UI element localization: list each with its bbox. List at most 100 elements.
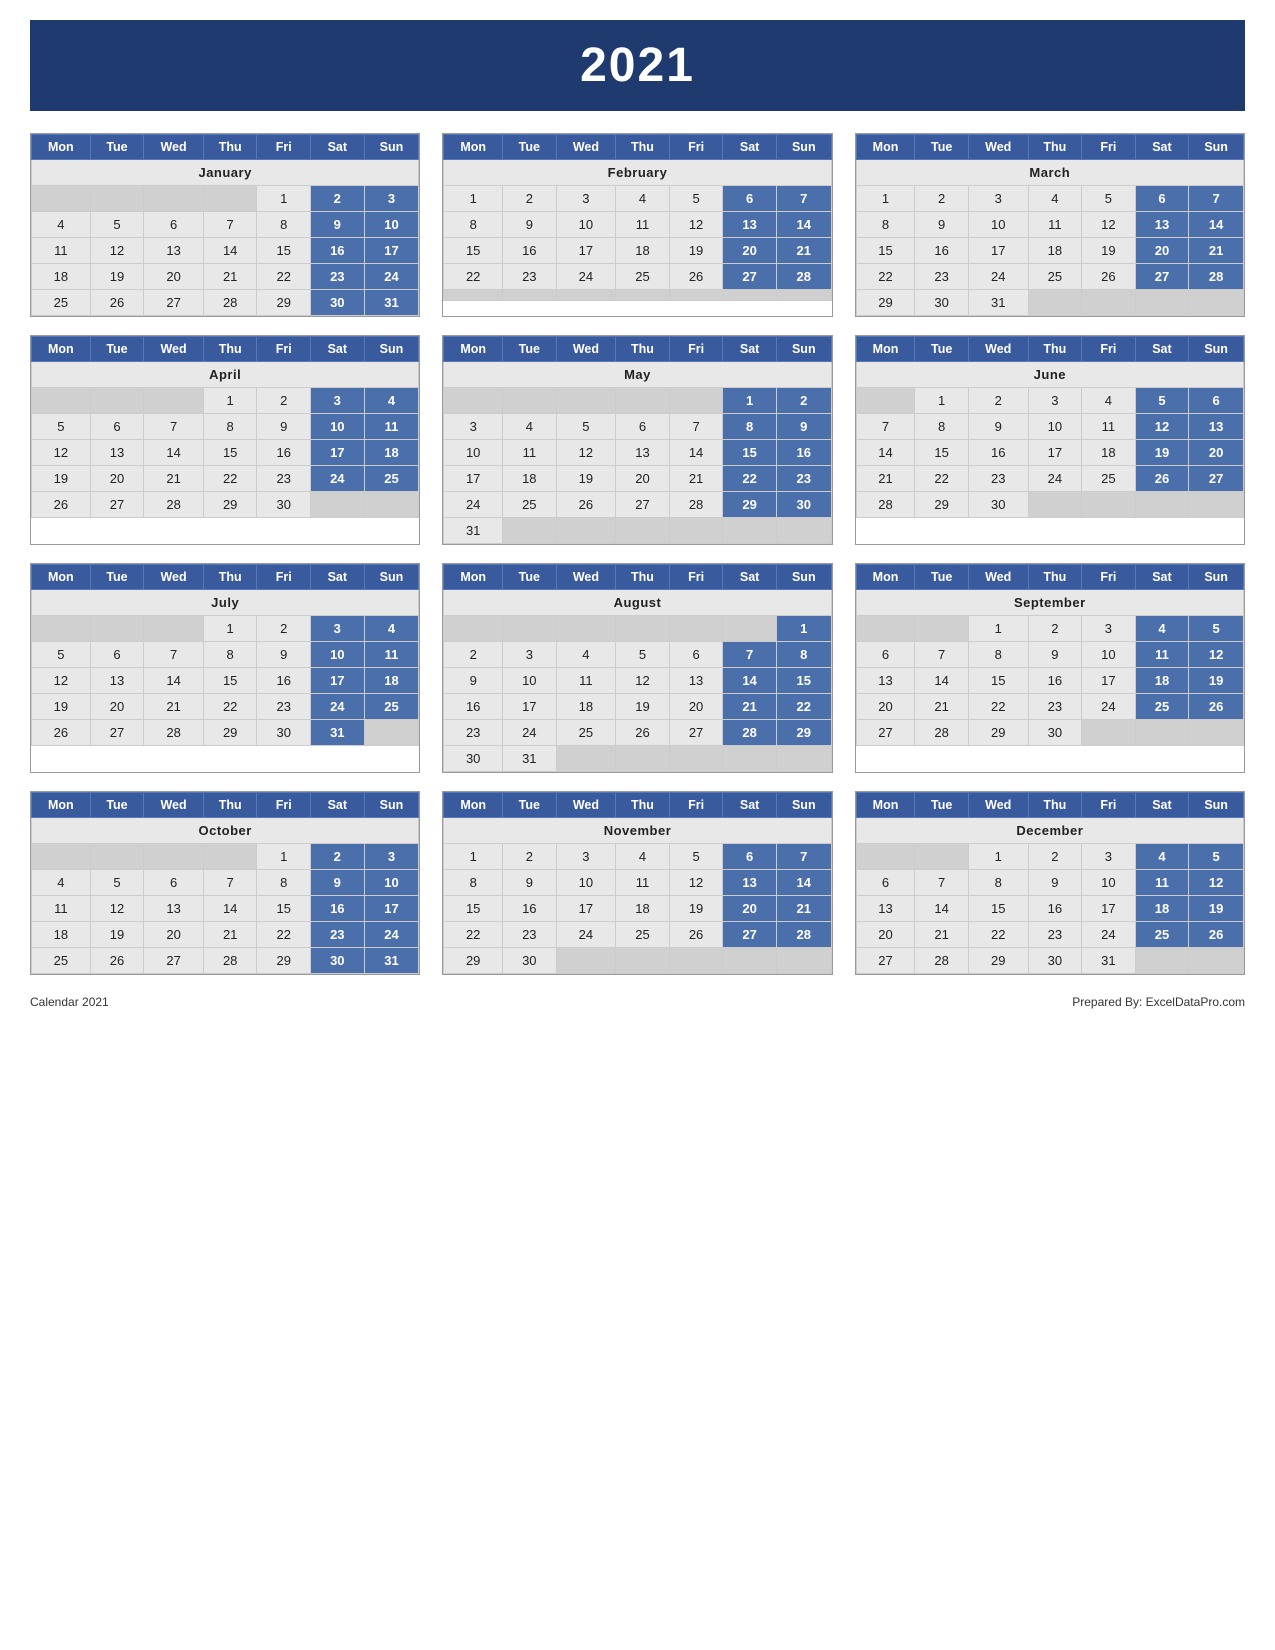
day-cell: 13 xyxy=(144,238,204,264)
day-cell: 19 xyxy=(556,466,616,492)
day-header-sun: Sun xyxy=(776,565,831,590)
day-cell: 5 xyxy=(1135,388,1189,414)
day-cell: 6 xyxy=(144,870,204,896)
day-cell: 26 xyxy=(32,720,91,746)
day-cell: 25 xyxy=(1082,466,1136,492)
day-cell: 14 xyxy=(723,668,777,694)
day-cell xyxy=(503,388,557,414)
day-header-tue: Tue xyxy=(90,337,144,362)
day-cell: 20 xyxy=(856,922,915,948)
day-cell: 23 xyxy=(503,922,557,948)
day-header-tue: Tue xyxy=(503,565,557,590)
day-cell: 9 xyxy=(503,870,557,896)
day-cell: 7 xyxy=(776,844,831,870)
day-cell: 2 xyxy=(968,388,1028,414)
day-header-mon: Mon xyxy=(444,337,503,362)
day-cell: 11 xyxy=(503,440,557,466)
day-cell: 15 xyxy=(203,668,257,694)
day-cell xyxy=(90,388,144,414)
day-cell xyxy=(1082,720,1136,746)
day-cell: 25 xyxy=(556,720,616,746)
day-cell xyxy=(1082,492,1136,518)
day-cell: 25 xyxy=(616,922,670,948)
day-cell: 3 xyxy=(1028,388,1082,414)
day-cell: 10 xyxy=(968,212,1028,238)
day-header-mon: Mon xyxy=(444,135,503,160)
day-cell: 20 xyxy=(1135,238,1189,264)
day-cell xyxy=(90,186,144,212)
day-header-fri: Fri xyxy=(257,337,311,362)
day-cell: 20 xyxy=(723,238,777,264)
day-cell: 14 xyxy=(915,896,969,922)
day-cell: 10 xyxy=(556,870,616,896)
day-cell xyxy=(669,948,723,974)
day-cell: 2 xyxy=(776,388,831,414)
day-cell xyxy=(556,948,616,974)
day-cell: 6 xyxy=(723,186,777,212)
day-cell: 16 xyxy=(444,694,503,720)
day-cell: 1 xyxy=(856,186,915,212)
day-header-thu: Thu xyxy=(1028,135,1082,160)
day-cell xyxy=(144,616,204,642)
day-cell: 28 xyxy=(203,290,257,316)
day-cell: 16 xyxy=(503,896,557,922)
day-cell: 1 xyxy=(203,616,257,642)
day-cell: 30 xyxy=(1028,720,1082,746)
day-cell: 31 xyxy=(311,720,365,746)
day-cell: 7 xyxy=(1189,186,1244,212)
day-cell: 17 xyxy=(311,440,365,466)
day-cell: 24 xyxy=(444,492,503,518)
day-cell: 5 xyxy=(90,212,144,238)
day-cell: 1 xyxy=(776,616,831,642)
day-header-sat: Sat xyxy=(1135,337,1189,362)
day-cell: 27 xyxy=(723,922,777,948)
day-cell: 26 xyxy=(1135,466,1189,492)
day-cell xyxy=(32,388,91,414)
day-cell xyxy=(503,290,557,301)
day-header-fri: Fri xyxy=(669,135,723,160)
month-december: DecemberMonTueWedThuFriSatSun12345678910… xyxy=(855,791,1245,975)
day-cell: 2 xyxy=(257,388,311,414)
day-cell: 11 xyxy=(364,414,419,440)
day-header-tue: Tue xyxy=(90,135,144,160)
month-april: AprilMonTueWedThuFriSatSun12345678910111… xyxy=(30,335,420,545)
day-cell: 28 xyxy=(203,948,257,974)
day-cell: 8 xyxy=(968,870,1028,896)
month-august: AugustMonTueWedThuFriSatSun1234567891011… xyxy=(442,563,832,773)
day-cell: 10 xyxy=(503,668,557,694)
day-header-wed: Wed xyxy=(968,337,1028,362)
day-cell: 9 xyxy=(968,414,1028,440)
day-cell: 21 xyxy=(669,466,723,492)
day-cell: 28 xyxy=(915,720,969,746)
month-title: September xyxy=(856,590,1243,616)
day-cell: 18 xyxy=(1135,668,1189,694)
day-cell xyxy=(776,518,831,544)
day-cell: 4 xyxy=(1135,616,1189,642)
day-cell: 13 xyxy=(669,668,723,694)
day-cell: 4 xyxy=(1028,186,1082,212)
day-cell: 29 xyxy=(257,290,311,316)
day-cell: 12 xyxy=(669,212,723,238)
day-cell: 27 xyxy=(144,948,204,974)
day-header-wed: Wed xyxy=(968,565,1028,590)
day-cell: 8 xyxy=(856,212,915,238)
day-cell: 15 xyxy=(856,238,915,264)
day-cell: 25 xyxy=(32,290,91,316)
day-cell: 28 xyxy=(1189,264,1244,290)
day-cell: 25 xyxy=(1028,264,1082,290)
month-june: JuneMonTueWedThuFriSatSun123456789101112… xyxy=(855,335,1245,545)
day-cell: 13 xyxy=(856,896,915,922)
day-cell: 17 xyxy=(968,238,1028,264)
day-cell: 7 xyxy=(669,414,723,440)
day-cell: 6 xyxy=(90,414,144,440)
day-cell: 21 xyxy=(915,922,969,948)
day-header-fri: Fri xyxy=(1082,337,1136,362)
day-cell: 17 xyxy=(1082,896,1136,922)
day-cell: 2 xyxy=(311,844,365,870)
month-title: November xyxy=(444,818,831,844)
day-cell: 21 xyxy=(1189,238,1244,264)
day-cell: 1 xyxy=(257,844,311,870)
day-cell: 3 xyxy=(556,186,616,212)
day-header-wed: Wed xyxy=(144,793,204,818)
day-cell: 4 xyxy=(616,844,670,870)
